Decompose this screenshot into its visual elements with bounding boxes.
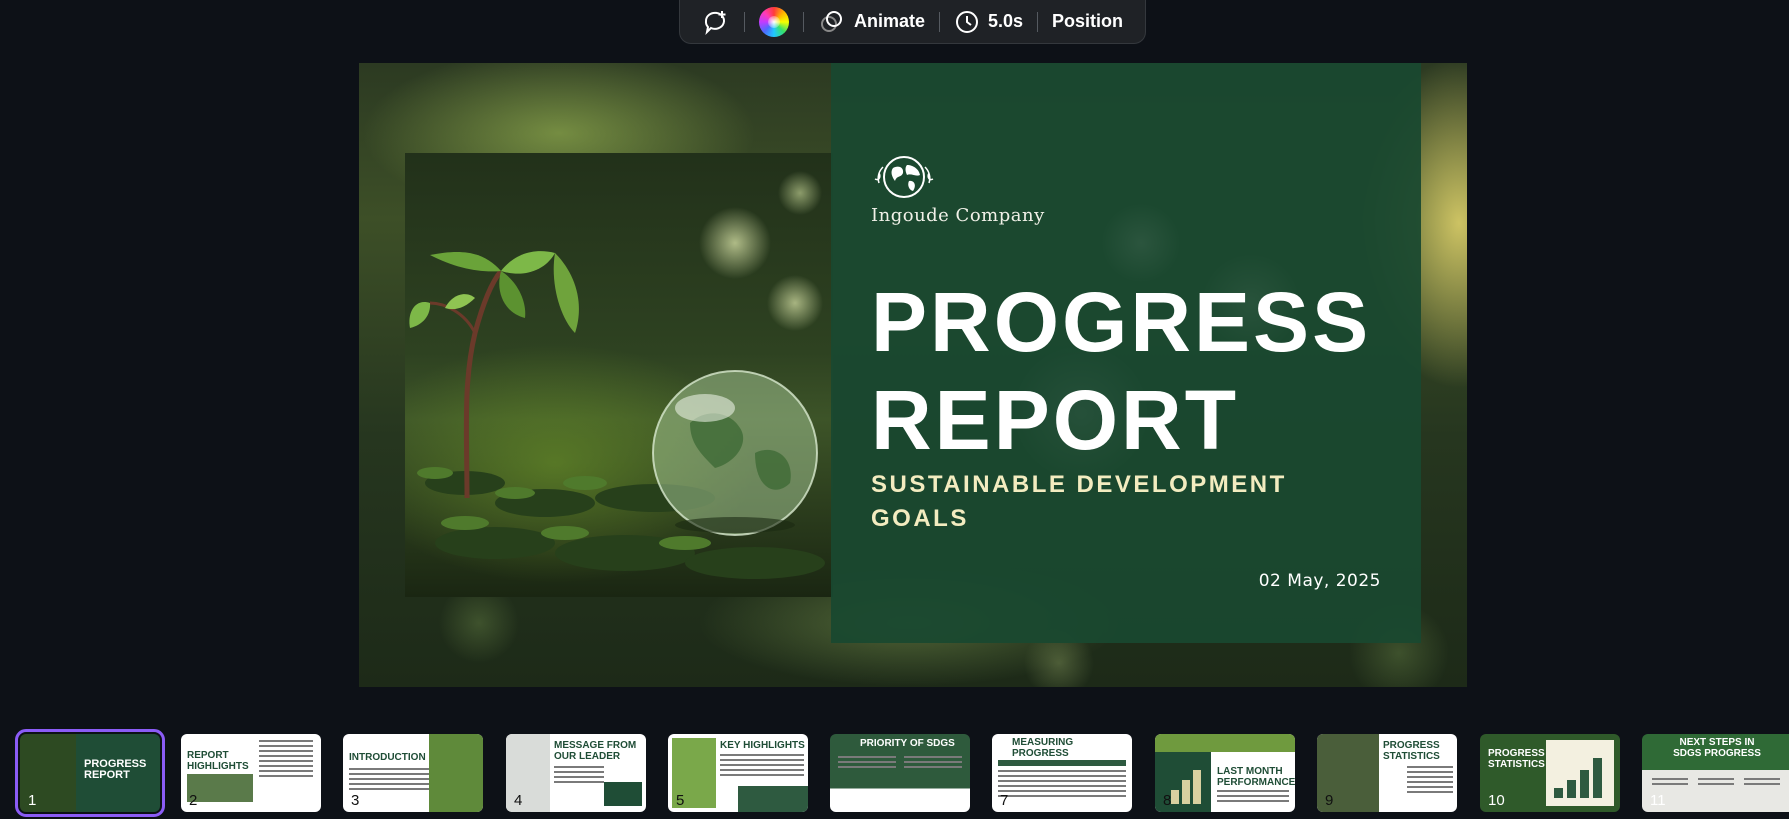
animate-label: Animate	[853, 11, 925, 31]
thumbnail-title: PROGRESS REPORT	[84, 758, 147, 781]
animate-button[interactable]: Animate	[808, 0, 935, 43]
thumbnail-title: MEASURING PROGRESS	[1012, 737, 1074, 759]
thumbnail-title: MESSAGE FROM OUR LEADER	[554, 740, 637, 762]
thumbnail-text-lines	[259, 740, 313, 780]
subtitle-line-2: GOALS	[871, 505, 969, 532]
add-comment-button[interactable]	[692, 0, 740, 43]
thumbnail-table-header	[998, 760, 1126, 766]
thumbnail-text-lines	[554, 766, 604, 786]
thumbnail-title: NEXT STEPS IN SDGS PROGRESS	[1673, 737, 1761, 759]
thumbnail-title: PROGRESS STATISTICS	[1488, 748, 1545, 770]
clock-icon	[955, 10, 978, 33]
slide-date[interactable]: 02 May, 2025	[1259, 571, 1381, 591]
thumbnail-image	[429, 734, 483, 812]
thumbnail-image	[506, 734, 550, 812]
thumbnail-number: 5	[676, 792, 685, 809]
subtitle-line-1: SUSTAINABLE DEVELOPMENT	[871, 471, 1287, 498]
thumbnail-image	[1155, 734, 1295, 752]
slide-thumbnail-11[interactable]: NEXT STEPS IN SDGS PROGRESS 11	[1642, 734, 1789, 812]
slide-thumbnail-6[interactable]: PRIORITY OF SDGS 6	[830, 734, 970, 812]
slide-thumbnail-1[interactable]: PROGRESS REPORT 1	[15, 729, 165, 817]
company-name[interactable]: Ingoude Company	[871, 205, 1045, 226]
duration-button[interactable]: 5.0s	[944, 0, 1033, 43]
thumbnail-text-lines	[998, 770, 1126, 800]
slide-toolbar: Animate 5.0s Position	[679, 0, 1146, 44]
title-line-2: REPORT	[871, 373, 1240, 467]
thumbnail-title: PRIORITY OF SDGS	[860, 738, 955, 749]
title-line-1: PROGRESS	[871, 275, 1372, 369]
duration-label: 5.0s	[987, 11, 1024, 31]
thumbnail-title: INTRODUCTION	[349, 752, 426, 763]
thumbnail-number: 1	[28, 792, 37, 809]
animate-icon	[820, 10, 842, 32]
slide-filmstrip: PROGRESS REPORT 1 REPORT HIGHLIGHTS 2 IN…	[0, 729, 1789, 817]
position-label: Position	[1052, 11, 1123, 31]
slide-title[interactable]: PROGRESS REPORT	[871, 273, 1371, 469]
thumbnail-text-lines	[1652, 778, 1688, 788]
thumbnail-text-lines	[1744, 778, 1780, 788]
thumbnail-chart-bg	[1546, 740, 1614, 806]
toolbar-divider	[938, 11, 940, 32]
slide-thumbnail-2[interactable]: REPORT HIGHLIGHTS 2	[181, 734, 321, 812]
thumbnail-title: LAST MONTH PERFORMANCE	[1217, 766, 1295, 788]
thumbnail-number: 4	[514, 792, 523, 809]
slide-thumbnail-4[interactable]: MESSAGE FROM OUR LEADER 4	[506, 734, 646, 812]
thumbnail-title: REPORT HIGHLIGHTS	[187, 750, 249, 772]
toolbar-divider	[802, 11, 804, 32]
slide-thumbnail-3[interactable]: INTRODUCTION 3	[343, 734, 483, 812]
color-wheel-icon	[758, 6, 789, 37]
thumbnail-title: PROGRESS STATISTICS	[1383, 740, 1440, 762]
thumbnail-number: 10	[1488, 792, 1505, 809]
thumbnail-text-lines	[720, 754, 804, 779]
globe-logo-icon	[874, 156, 934, 198]
slide-thumbnail-7[interactable]: MEASURING PROGRESS 7	[992, 734, 1132, 812]
slide-thumbnail-10[interactable]: PROGRESS STATISTICS 10	[1480, 734, 1620, 812]
color-picker-button[interactable]	[749, 0, 799, 43]
thumbnail-text-lines	[1407, 766, 1453, 796]
slide-thumbnail-9[interactable]: PROGRESS STATISTICS 9	[1317, 734, 1457, 812]
slide-thumbnail-8[interactable]: LAST MONTH PERFORMANCE 8	[1155, 734, 1295, 812]
thumbnail-number: 11	[1650, 792, 1666, 809]
thumbnail-title: KEY HIGHLIGHTS	[720, 740, 805, 751]
thumbnail-text-lines	[349, 768, 429, 793]
thumbnail-number: 8	[1163, 792, 1172, 809]
position-button[interactable]: Position	[1042, 0, 1133, 43]
thumbnail-text-lines	[838, 756, 896, 771]
thumbnail-number: 9	[1325, 792, 1334, 809]
thumbnail-text-lines	[1217, 790, 1289, 805]
thumbnail-number: 2	[189, 792, 198, 809]
thumbnail-box	[604, 782, 642, 806]
comment-add-icon	[704, 10, 726, 35]
seedling-globe-image[interactable]	[405, 153, 833, 597]
thumbnail-text-lines	[904, 756, 962, 771]
thumbnail-number: 6	[838, 792, 847, 809]
slide-thumbnail-5[interactable]: KEY HIGHLIGHTS 5	[668, 734, 808, 812]
thumbnail-number: 3	[351, 792, 360, 809]
thumbnail-text-lines	[1698, 778, 1734, 788]
slide-canvas[interactable]: Ingoude Company PROGRESS REPORT SUSTAINA…	[359, 63, 1467, 687]
toolbar-divider	[1037, 11, 1038, 32]
thumbnail-number: 7	[1000, 792, 1009, 809]
toolbar-divider	[744, 11, 745, 32]
title-panel[interactable]: Ingoude Company PROGRESS REPORT SUSTAINA…	[831, 63, 1421, 643]
slide-subtitle[interactable]: SUSTAINABLE DEVELOPMENT GOALS	[871, 468, 1341, 536]
thumbnail-box	[738, 786, 808, 812]
